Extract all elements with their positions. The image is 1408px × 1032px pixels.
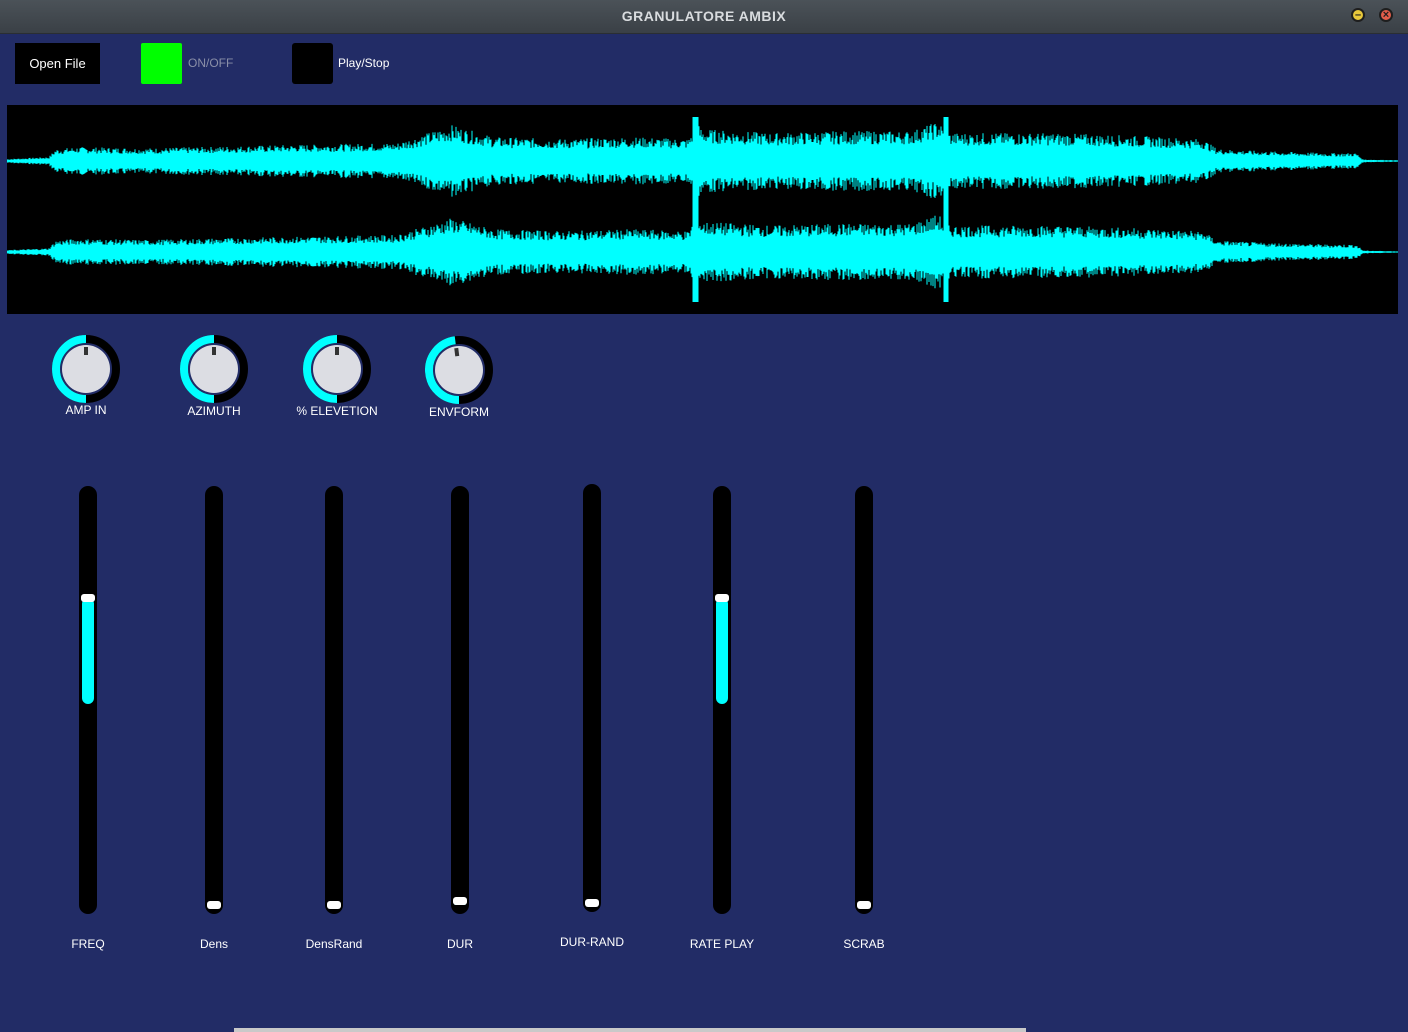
slider-scrab[interactable] (855, 486, 873, 914)
slider-thumb-high[interactable] (715, 593, 729, 602)
slider-thumb-high[interactable] (207, 901, 221, 909)
slider-freq[interactable] (79, 486, 97, 914)
slider-label: RATE PLAY (689, 937, 755, 951)
minimize-icon[interactable]: – (1351, 8, 1365, 22)
open-file-button[interactable]: Open File (15, 43, 100, 84)
waveform-display[interactable] (6, 105, 1398, 314)
close-icon[interactable]: × (1379, 8, 1393, 22)
knob-pointer (454, 347, 460, 357)
knob-label: AMP IN (65, 403, 107, 417)
slider-thumb-high[interactable] (327, 901, 341, 909)
slider-label: DUR-RAND (560, 935, 624, 949)
knob-envform[interactable] (425, 336, 493, 404)
knob-label: ENVFORM (429, 405, 489, 419)
knob-label: % ELEVETION (296, 404, 378, 418)
slider-label: FREQ (71, 937, 105, 951)
waveform-graphic (6, 117, 1398, 302)
slider-label: DensRand (305, 937, 363, 951)
slider-range-fill (716, 597, 728, 705)
slider-densrand[interactable] (325, 486, 343, 914)
slider-dur-rand[interactable] (583, 484, 601, 912)
knob-azimuth[interactable] (180, 335, 248, 403)
knob-amp-in[interactable] (52, 335, 120, 403)
slider-range-fill (82, 597, 94, 705)
onoff-toggle[interactable] (141, 43, 182, 84)
knob-elevetion[interactable] (303, 335, 371, 403)
app-window: GRANULATORE AMBIX – × Open File ON/OFF P… (0, 0, 1408, 1032)
slider-dens[interactable] (205, 486, 223, 914)
title-bar[interactable]: GRANULATORE AMBIX – × (0, 0, 1408, 34)
onoff-label: ON/OFF (188, 56, 234, 70)
slider-thumb-high[interactable] (81, 593, 95, 602)
slider-thumb-high[interactable] (585, 899, 599, 907)
knob-face (435, 346, 483, 394)
horizontal-scrollbar[interactable] (234, 1028, 1026, 1032)
slider-thumb-high[interactable] (857, 901, 871, 909)
slider-thumb-high[interactable] (453, 896, 467, 905)
knob-label: AZIMUTH (187, 404, 241, 418)
play-stop-toggle[interactable] (292, 43, 333, 84)
slider-label: Dens (199, 937, 228, 951)
slider-label: DUR (447, 937, 473, 951)
slider-rate-play[interactable] (713, 486, 731, 914)
slider-label: SCRAB (843, 937, 885, 951)
slider-dur[interactable] (451, 486, 469, 914)
play-stop-label: Play/Stop (338, 56, 390, 70)
window-title: GRANULATORE AMBIX (621, 8, 787, 24)
